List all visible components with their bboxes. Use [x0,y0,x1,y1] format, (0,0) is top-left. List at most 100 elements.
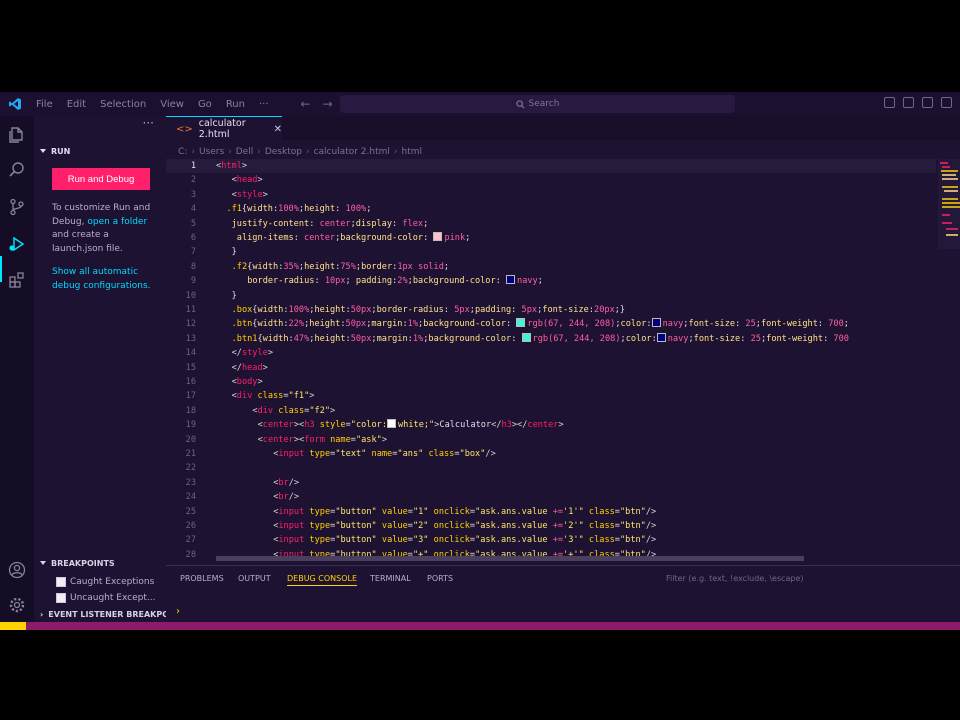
code-line[interactable]: 15 </head> [166,361,936,375]
code-line[interactable]: 9 border-radius: 10px; padding:2%;backgro… [166,274,936,288]
code-line[interactable]: 12 .btn{width:22%;height:50px;margin:1%;b… [166,317,936,331]
line-number: 9 [190,276,196,287]
tab-debug-console[interactable]: DEBUG CONSOLE [287,574,358,586]
toggle-secondary-sidebar-icon[interactable] [922,97,933,108]
code-line[interactable]: 24 <br/> [166,490,936,504]
code-line[interactable]: 18 <div class="f2"> [166,404,936,418]
tab-calculator-2-html[interactable]: <> calculator 2.html ✕ [166,116,282,141]
code-line[interactable]: 20 <center><form name="ask"> [166,433,936,447]
settings-gear-icon[interactable] [8,596,26,614]
code-line[interactable]: 22 [166,461,936,475]
code-text: <div class="f2"> [252,405,336,416]
breakpoints-header[interactable]: BREAKPOINTS [40,559,115,568]
code-line[interactable]: 27 <input type="button" value="3" onclick… [166,533,936,547]
code-line[interactable]: 19 <center><h3 style="color: white;">Calcu… [166,418,936,432]
source-control-icon[interactable] [8,198,26,216]
code-line[interactable]: 21 <input type="text" name="ans" class="b… [166,447,936,461]
layout-controls [884,97,952,108]
line-number: 5 [190,218,196,229]
code-text: .f1{width:100%;height: 100%; [226,204,372,215]
code-line[interactable]: 16 <body> [166,375,936,389]
menu-view[interactable]: View [160,99,184,110]
color-swatch[interactable] [387,419,396,429]
tab-output[interactable]: OUTPUT [238,574,271,583]
tab-ports[interactable]: PORTS [427,574,453,583]
breadcrumb-item[interactable]: Desktop [265,147,302,157]
code-line[interactable]: 7} [166,245,936,259]
editor-tabs: <> calculator 2.html ✕ [166,116,960,141]
code-line[interactable]: 8 .f2{width:35%;height:75%;border:1px sol… [166,260,936,274]
code-line[interactable]: 1 <html> [166,159,936,173]
color-swatch[interactable] [521,332,531,342]
back-arrow-icon[interactable]: ← [301,97,311,111]
line-number: 2 [190,175,196,186]
command-center-search[interactable]: Search [340,95,735,113]
line-number: 16 [185,377,196,387]
color-swatch[interactable] [651,318,661,328]
code-line[interactable]: 17 <div class="f1"> [166,389,936,403]
open-folder-link[interactable]: open a folder [87,217,147,227]
active-view-indicator [0,256,2,282]
extensions-icon[interactable] [8,271,26,289]
code-line[interactable]: 6 align-items: center;background-color: … [166,231,936,245]
code-line[interactable]: 11 .box{width:100%;height:50px;border-rad… [166,303,936,317]
code-text: justify-content: center;display: flex; [231,218,429,229]
color-swatch[interactable] [656,332,666,342]
code-line[interactable]: 10} [166,289,936,303]
code-line[interactable]: 23 <br/> [166,476,936,490]
code-line[interactable]: 2 <head> [166,173,936,187]
breakpoint-label: Caught Exceptions [70,577,155,587]
checkbox[interactable] [56,577,66,587]
checkbox[interactable] [56,593,66,603]
code-line[interactable]: 14 </style> [166,346,936,360]
color-swatch[interactable] [506,275,516,285]
run-debug-icon[interactable] [8,235,26,253]
menu-more[interactable]: ··· [259,99,269,110]
menu-go[interactable]: Go [198,99,212,110]
breakpoint-caught-exceptions[interactable]: Caught Exceptions [56,577,154,587]
code-text: <input type="button" value="2" onclick="… [273,521,657,531]
sidebar-more-icon[interactable]: ··· [143,116,154,130]
code-line[interactable]: 13 .btn1{width:47%;height:50px;margin:1%;… [166,332,936,346]
accounts-icon[interactable] [8,561,26,579]
search-icon[interactable] [8,161,26,179]
menu-selection[interactable]: Selection [100,99,146,110]
horizontal-scrollbar[interactable] [216,556,804,561]
remote-indicator[interactable] [0,622,26,630]
event-listener-breakpoints-header[interactable]: EVENT LISTENER BREAKPO... [40,610,178,619]
customize-layout-icon[interactable] [941,97,952,108]
menu-edit[interactable]: Edit [67,99,86,110]
close-icon[interactable]: ✕ [274,124,282,135]
breadcrumb-item[interactable]: Dell [236,147,253,157]
code-line[interactable]: 4 .f1{width:100%;height: 100%; [166,202,936,216]
sidebar-section-run[interactable]: RUN [40,147,70,156]
menu-file[interactable]: File [36,99,53,110]
console-prompt[interactable]: › [176,606,180,617]
code-text: <center><form name="ask"> [257,434,388,445]
breadcrumb-item[interactable]: calculator 2.html [314,147,390,157]
run-and-debug-button[interactable]: Run and Debug [52,168,150,190]
menu-run[interactable]: Run [226,99,245,110]
explorer-icon[interactable] [8,126,26,144]
toggle-sidebar-icon[interactable] [884,97,895,108]
code-line[interactable]: 5 justify-content: center;display: flex; [166,217,936,231]
code-editor[interactable]: 1 <html> 2 <head> 3 <style> 4 .f1{width:100%;he… [166,159,936,559]
code-text: <body> [231,377,263,387]
tab-problems[interactable]: PROBLEMS [180,574,224,583]
color-swatch[interactable] [516,318,526,328]
color-swatch[interactable] [433,232,443,241]
tab-terminal[interactable]: TERMINAL [370,574,411,583]
toggle-panel-icon[interactable] [903,97,914,108]
breadcrumb-item[interactable]: html [402,147,423,157]
show-automatic-configs-link[interactable]: Show all automatic debug configurations. [52,266,160,293]
breakpoint-uncaught-exceptions[interactable]: Uncaught Except... [56,593,155,603]
breadcrumb-item[interactable]: Users [199,147,224,157]
breadcrumb-item[interactable]: C: [178,147,187,157]
forward-arrow-icon[interactable]: → [323,97,333,111]
code-line[interactable]: 3 <style> [166,188,936,202]
code-line[interactable]: 26 <input type="button" value="2" onclick… [166,519,936,533]
minimap[interactable] [938,159,960,249]
code-line[interactable]: 25 <input type="button" value="1" onclick… [166,505,936,519]
breadcrumb: C: › Users › Dell › Desktop › calculator 2.h… [178,147,423,157]
debug-console-filter-input[interactable]: Filter (e.g. text, !exclude, \escape) [666,574,804,583]
